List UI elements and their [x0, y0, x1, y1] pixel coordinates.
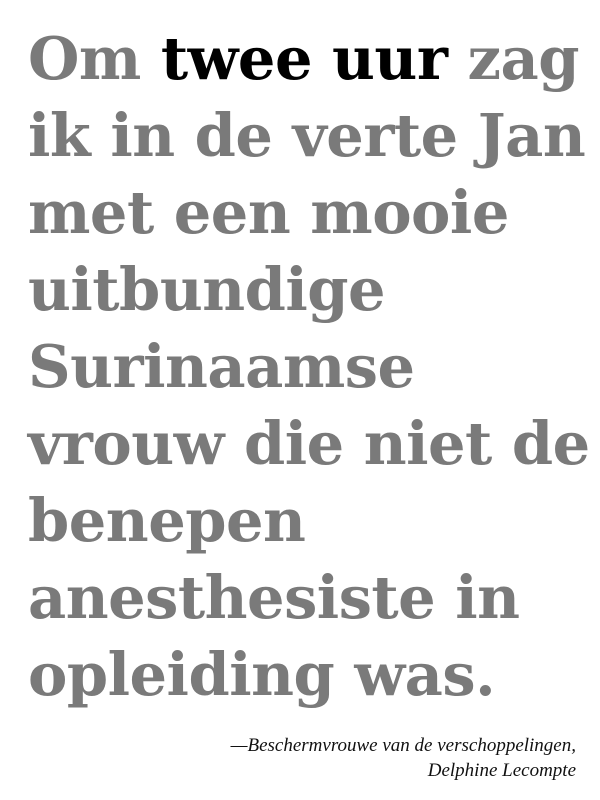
attribution-work: —Beschermvrouwe van de verschoppelingen,: [230, 735, 576, 756]
quote-line: anesthesiste in: [28, 563, 520, 632]
quote-line: vrouw die niet de: [28, 409, 590, 478]
quote-line-1-pre: Om: [28, 24, 161, 93]
attribution-author: Delphine Lecompte: [427, 760, 576, 781]
quote-line: Om twee uur zag: [28, 20, 588, 97]
highlighted-time: twee uur: [160, 24, 448, 93]
attribution: —Beschermvrouwe van de verschoppelingen,…: [231, 733, 576, 783]
quote-line-1-post: zag: [447, 24, 579, 93]
quote-line: ik in de verte Jan: [28, 101, 586, 170]
quote-card: Om twee uur zag ik in de verte Jan met e…: [0, 0, 600, 800]
quote-line: benepen: [28, 486, 306, 555]
quote-line: Surinaamse: [28, 332, 415, 401]
quote-line: opleiding was.: [28, 640, 496, 709]
quote-line: uitbundige: [28, 255, 386, 324]
quote-line: met een mooie: [28, 178, 509, 247]
quote-text: Om twee uur zag ik in de verte Jan met e…: [28, 20, 590, 713]
